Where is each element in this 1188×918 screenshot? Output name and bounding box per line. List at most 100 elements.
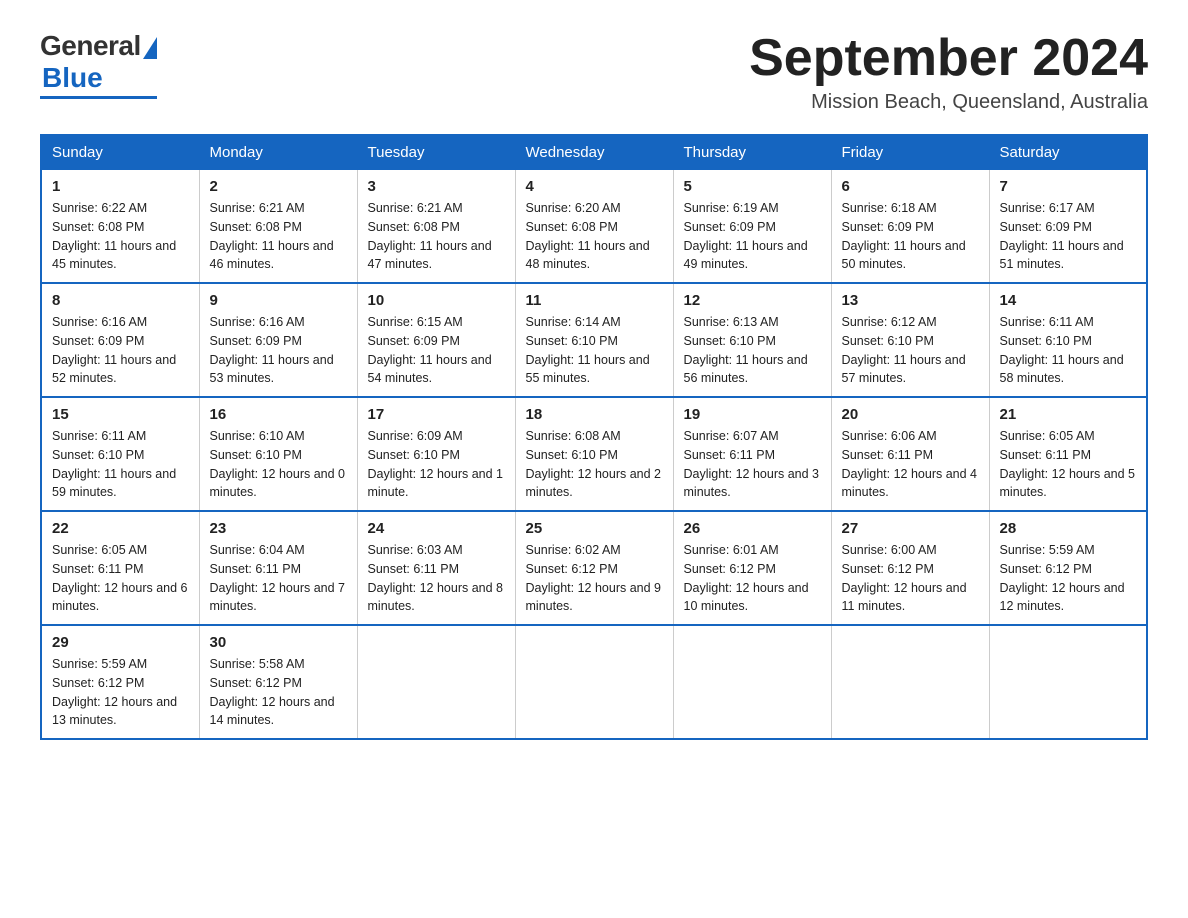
calendar-cell: 2 Sunrise: 6:21 AMSunset: 6:08 PMDaylight…	[199, 170, 357, 284]
day-info: Sunrise: 6:22 AMSunset: 6:08 PMDaylight:…	[52, 199, 189, 274]
calendar-cell: 6 Sunrise: 6:18 AMSunset: 6:09 PMDaylight…	[831, 170, 989, 284]
calendar-cell: 29 Sunrise: 5:59 AMSunset: 6:12 PMDayligh…	[41, 625, 199, 739]
day-number: 12	[684, 292, 821, 309]
calendar-cell: 4 Sunrise: 6:20 AMSunset: 6:08 PMDaylight…	[515, 170, 673, 284]
day-info: Sunrise: 6:00 AMSunset: 6:12 PMDaylight:…	[842, 541, 979, 616]
day-number: 26	[684, 520, 821, 537]
day-info: Sunrise: 6:01 AMSunset: 6:12 PMDaylight:…	[684, 541, 821, 616]
day-info: Sunrise: 6:02 AMSunset: 6:12 PMDaylight:…	[526, 541, 663, 616]
calendar-cell	[989, 625, 1147, 739]
calendar-cell: 23Sunrise: 6:04 AMSunset: 6:11 PMDayligh…	[199, 511, 357, 625]
calendar-cell: 18 Sunrise: 6:08 AMSunset: 6:10 PMDayligh…	[515, 397, 673, 511]
day-number: 20	[842, 406, 979, 423]
column-header-tuesday: Tuesday	[357, 135, 515, 170]
day-number: 9	[210, 292, 347, 309]
day-info: Sunrise: 6:06 AMSunset: 6:11 PMDaylight:…	[842, 427, 979, 502]
day-info: Sunrise: 6:21 AMSunset: 6:08 PMDaylight:…	[210, 199, 347, 274]
day-info: Sunrise: 6:11 AMSunset: 6:10 PMDaylight:…	[52, 427, 189, 502]
day-number: 5	[684, 178, 821, 195]
day-info: Sunrise: 6:03 AMSunset: 6:11 PMDaylight:…	[368, 541, 505, 616]
calendar-cell: 9 Sunrise: 6:16 AMSunset: 6:09 PMDaylight…	[199, 283, 357, 397]
day-info: Sunrise: 6:05 AMSunset: 6:11 PMDaylight:…	[52, 541, 189, 616]
calendar-cell: 7Sunrise: 6:17 AMSunset: 6:09 PMDaylight…	[989, 170, 1147, 284]
calendar-cell: 28 Sunrise: 5:59 AMSunset: 6:12 PMDayligh…	[989, 511, 1147, 625]
day-number: 15	[52, 406, 189, 423]
day-number: 21	[1000, 406, 1137, 423]
calendar-cell: 27 Sunrise: 6:00 AMSunset: 6:12 PMDayligh…	[831, 511, 989, 625]
day-info: Sunrise: 5:59 AMSunset: 6:12 PMDaylight:…	[52, 655, 189, 730]
column-header-sunday: Sunday	[41, 135, 199, 170]
day-info: Sunrise: 6:16 AMSunset: 6:09 PMDaylight:…	[210, 313, 347, 388]
calendar-cell: 20 Sunrise: 6:06 AMSunset: 6:11 PMDayligh…	[831, 397, 989, 511]
day-number: 14	[1000, 292, 1137, 309]
day-number: 19	[684, 406, 821, 423]
day-number: 29	[52, 634, 189, 651]
day-info: Sunrise: 6:18 AMSunset: 6:09 PMDaylight:…	[842, 199, 979, 274]
day-info: Sunrise: 6:10 AMSunset: 6:10 PMDaylight:…	[210, 427, 347, 502]
day-info: Sunrise: 5:59 AMSunset: 6:12 PMDaylight:…	[1000, 541, 1137, 616]
logo-triangle-icon	[143, 37, 157, 59]
logo-general-text: General	[40, 30, 141, 62]
calendar-header-row: SundayMondayTuesdayWednesdayThursdayFrid…	[41, 135, 1147, 170]
calendar-cell	[515, 625, 673, 739]
day-number: 25	[526, 520, 663, 537]
calendar-cell: 11Sunrise: 6:14 AMSunset: 6:10 PMDayligh…	[515, 283, 673, 397]
month-title: September 2024	[749, 30, 1148, 87]
day-number: 1	[52, 178, 189, 195]
day-number: 3	[368, 178, 505, 195]
calendar-cell: 24Sunrise: 6:03 AMSunset: 6:11 PMDayligh…	[357, 511, 515, 625]
calendar-cell: 3Sunrise: 6:21 AMSunset: 6:08 PMDaylight…	[357, 170, 515, 284]
day-info: Sunrise: 6:20 AMSunset: 6:08 PMDaylight:…	[526, 199, 663, 274]
day-number: 6	[842, 178, 979, 195]
calendar-week-row: 29 Sunrise: 5:59 AMSunset: 6:12 PMDayligh…	[41, 625, 1147, 739]
day-info: Sunrise: 6:19 AMSunset: 6:09 PMDaylight:…	[684, 199, 821, 274]
day-number: 7	[1000, 178, 1137, 195]
day-number: 8	[52, 292, 189, 309]
day-number: 17	[368, 406, 505, 423]
day-number: 27	[842, 520, 979, 537]
calendar-cell	[673, 625, 831, 739]
day-number: 28	[1000, 520, 1137, 537]
calendar-cell: 16 Sunrise: 6:10 AMSunset: 6:10 PMDayligh…	[199, 397, 357, 511]
calendar-cell: 8 Sunrise: 6:16 AMSunset: 6:09 PMDaylight…	[41, 283, 199, 397]
day-info: Sunrise: 6:08 AMSunset: 6:10 PMDaylight:…	[526, 427, 663, 502]
calendar-cell: 22Sunrise: 6:05 AMSunset: 6:11 PMDayligh…	[41, 511, 199, 625]
calendar-cell: 21 Sunrise: 6:05 AMSunset: 6:11 PMDayligh…	[989, 397, 1147, 511]
day-info: Sunrise: 5:58 AMSunset: 6:12 PMDaylight:…	[210, 655, 347, 730]
day-number: 18	[526, 406, 663, 423]
logo: General Blue	[40, 30, 157, 99]
column-header-saturday: Saturday	[989, 135, 1147, 170]
calendar-table: SundayMondayTuesdayWednesdayThursdayFrid…	[40, 134, 1148, 740]
day-info: Sunrise: 6:16 AMSunset: 6:09 PMDaylight:…	[52, 313, 189, 388]
location-text: Mission Beach, Queensland, Australia	[749, 91, 1148, 114]
day-info: Sunrise: 6:12 AMSunset: 6:10 PMDaylight:…	[842, 313, 979, 388]
calendar-week-row: 1 Sunrise: 6:22 AMSunset: 6:08 PMDaylight…	[41, 170, 1147, 284]
day-number: 11	[526, 292, 663, 309]
calendar-cell: 10Sunrise: 6:15 AMSunset: 6:09 PMDayligh…	[357, 283, 515, 397]
day-info: Sunrise: 6:13 AMSunset: 6:10 PMDaylight:…	[684, 313, 821, 388]
logo-underline	[40, 96, 157, 99]
calendar-week-row: 8 Sunrise: 6:16 AMSunset: 6:09 PMDaylight…	[41, 283, 1147, 397]
calendar-cell: 25 Sunrise: 6:02 AMSunset: 6:12 PMDayligh…	[515, 511, 673, 625]
title-section: September 2024 Mission Beach, Queensland…	[749, 30, 1148, 114]
calendar-cell: 12 Sunrise: 6:13 AMSunset: 6:10 PMDayligh…	[673, 283, 831, 397]
calendar-cell: 15 Sunrise: 6:11 AMSunset: 6:10 PMDayligh…	[41, 397, 199, 511]
column-header-thursday: Thursday	[673, 135, 831, 170]
day-info: Sunrise: 6:05 AMSunset: 6:11 PMDaylight:…	[1000, 427, 1137, 502]
calendar-cell	[357, 625, 515, 739]
page-header: General Blue September 2024 Mission Beac…	[40, 30, 1148, 114]
day-number: 30	[210, 634, 347, 651]
calendar-cell: 19Sunrise: 6:07 AMSunset: 6:11 PMDayligh…	[673, 397, 831, 511]
day-number: 2	[210, 178, 347, 195]
column-header-wednesday: Wednesday	[515, 135, 673, 170]
calendar-week-row: 15 Sunrise: 6:11 AMSunset: 6:10 PMDayligh…	[41, 397, 1147, 511]
calendar-cell: 17Sunrise: 6:09 AMSunset: 6:10 PMDayligh…	[357, 397, 515, 511]
calendar-cell: 30 Sunrise: 5:58 AMSunset: 6:12 PMDayligh…	[199, 625, 357, 739]
calendar-cell: 1 Sunrise: 6:22 AMSunset: 6:08 PMDaylight…	[41, 170, 199, 284]
day-number: 4	[526, 178, 663, 195]
day-number: 16	[210, 406, 347, 423]
calendar-cell: 26 Sunrise: 6:01 AMSunset: 6:12 PMDayligh…	[673, 511, 831, 625]
calendar-cell: 13Sunrise: 6:12 AMSunset: 6:10 PMDayligh…	[831, 283, 989, 397]
day-number: 23	[210, 520, 347, 537]
calendar-cell: 14Sunrise: 6:11 AMSunset: 6:10 PMDayligh…	[989, 283, 1147, 397]
